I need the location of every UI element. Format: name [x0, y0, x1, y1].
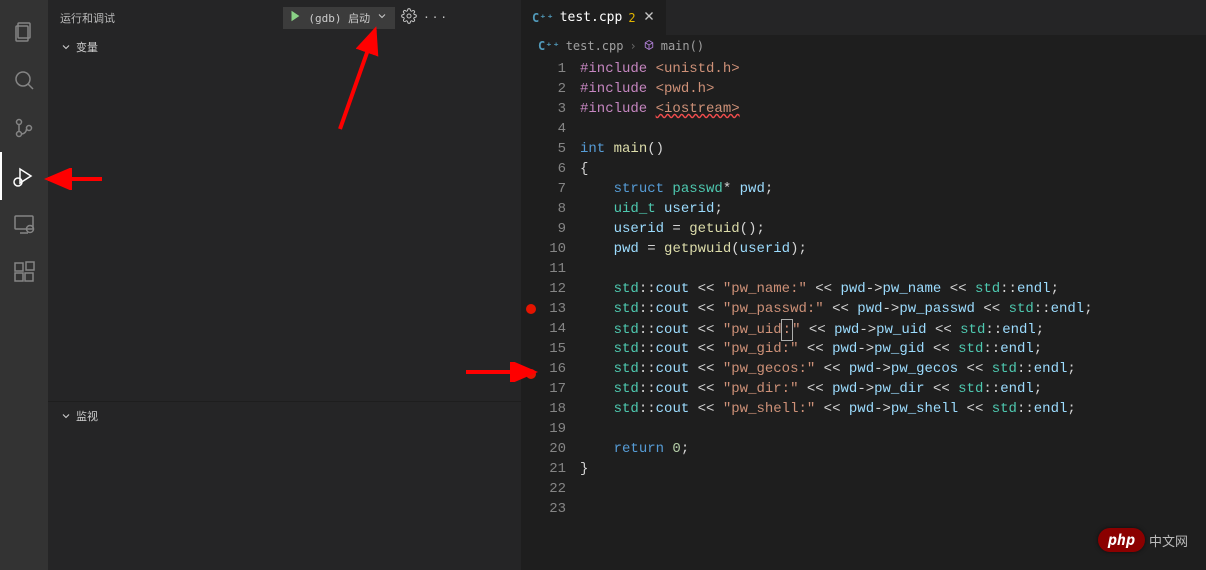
code-content[interactable]: #include <unistd.h>#include <pwd.h>#incl…: [580, 57, 1168, 570]
breadcrumb-file: test.cpp: [566, 39, 624, 53]
code-line[interactable]: pwd = getpwuid(userid);: [580, 239, 1168, 259]
variables-section[interactable]: 变量: [48, 35, 521, 61]
editor-tabs: C⁺⁺ test.cpp 2: [522, 0, 1206, 35]
line-number: 1: [540, 59, 566, 79]
line-number-gutter: 1234567891011121314151617181920212223: [540, 57, 580, 570]
line-number: 23: [540, 499, 566, 519]
launch-config-label: (gdb) 启动: [308, 10, 370, 26]
launch-config-selector[interactable]: (gdb) 启动: [283, 7, 395, 29]
code-line[interactable]: struct passwd* pwd;: [580, 179, 1168, 199]
line-number: 18: [540, 399, 566, 419]
code-line[interactable]: #include <unistd.h>: [580, 59, 1168, 79]
code-line[interactable]: userid = getuid();: [580, 219, 1168, 239]
code-line[interactable]: std::cout << "pw_gecos:" << pwd->pw_geco…: [580, 359, 1168, 379]
line-number: 9: [540, 219, 566, 239]
code-line[interactable]: [580, 419, 1168, 439]
breadcrumb[interactable]: C⁺⁺ test.cpp › main(): [522, 35, 1206, 57]
code-line[interactable]: uid_t userid;: [580, 199, 1168, 219]
code-line[interactable]: std::cout << "pw_shell:" << pwd->pw_shel…: [580, 399, 1168, 419]
close-icon[interactable]: [642, 9, 656, 27]
line-number: 2: [540, 79, 566, 99]
debug-sidebar: 运行和调试 (gdb) 启动 ··· 变量: [48, 0, 522, 570]
cpp-file-icon: C⁺⁺: [532, 11, 554, 25]
code-line[interactable]: std::cout << "pw_passwd:" << pwd->pw_pas…: [580, 299, 1168, 319]
code-line[interactable]: std::cout << "pw_gid:" << pwd->pw_gid <<…: [580, 339, 1168, 359]
code-line[interactable]: #include <iostream>: [580, 99, 1168, 119]
breakpoint-gutter[interactable]: [522, 57, 540, 570]
code-line[interactable]: [580, 499, 1168, 519]
chevron-down-icon: [60, 41, 72, 53]
minimap[interactable]: [1168, 57, 1206, 570]
variables-label: 变量: [76, 39, 98, 55]
watch-label: 监视: [76, 408, 98, 424]
watermark: php 中文网: [1098, 528, 1188, 552]
code-line[interactable]: }: [580, 459, 1168, 479]
breadcrumb-symbol: main(): [661, 39, 704, 53]
editor-area: C⁺⁺ test.cpp 2 C⁺⁺ test.cpp › main() 123…: [522, 0, 1206, 570]
cpp-file-icon: C⁺⁺: [538, 39, 560, 53]
more-icon[interactable]: ···: [423, 11, 449, 24]
source-control-icon[interactable]: [0, 104, 48, 152]
code-editor[interactable]: 1234567891011121314151617181920212223 #i…: [522, 57, 1206, 570]
remote-explorer-icon[interactable]: [0, 200, 48, 248]
line-number: 16: [540, 359, 566, 379]
line-number: 19: [540, 419, 566, 439]
debug-panel-title: 运行和调试: [60, 10, 115, 26]
line-number: 7: [540, 179, 566, 199]
code-line[interactable]: return 0;: [580, 439, 1168, 459]
breakpoint-icon[interactable]: [526, 369, 536, 379]
watch-section[interactable]: 监视: [48, 401, 521, 430]
line-number: 21: [540, 459, 566, 479]
run-debug-icon[interactable]: [0, 152, 48, 200]
tab-dirty-count: 2: [628, 11, 635, 25]
line-number: 6: [540, 159, 566, 179]
code-line[interactable]: [580, 119, 1168, 139]
line-number: 22: [540, 479, 566, 499]
code-line[interactable]: #include <pwd.h>: [580, 79, 1168, 99]
line-number: 20: [540, 439, 566, 459]
chevron-right-icon: ›: [629, 39, 636, 53]
start-debug-icon[interactable]: [288, 9, 302, 26]
code-line[interactable]: std::cout << "pw_dir:" << pwd->pw_dir <<…: [580, 379, 1168, 399]
cube-icon: [643, 39, 655, 54]
search-icon[interactable]: [0, 56, 48, 104]
line-number: 15: [540, 339, 566, 359]
code-line[interactable]: int main(): [580, 139, 1168, 159]
line-number: 3: [540, 99, 566, 119]
line-number: 12: [540, 279, 566, 299]
line-number: 8: [540, 199, 566, 219]
chevron-down-icon[interactable]: [376, 10, 388, 25]
line-number: 5: [540, 139, 566, 159]
tab-label: test.cpp: [560, 10, 623, 25]
debug-header: 运行和调试 (gdb) 启动 ···: [48, 0, 521, 35]
chevron-down-icon: [60, 410, 72, 422]
line-number: 14: [540, 319, 566, 339]
breakpoint-icon[interactable]: [526, 304, 536, 314]
activity-bar: [0, 0, 48, 570]
watermark-text: 中文网: [1149, 531, 1188, 550]
line-number: 11: [540, 259, 566, 279]
code-line[interactable]: std::cout << "pw_uid:" << pwd->pw_uid <<…: [580, 319, 1168, 339]
line-number: 10: [540, 239, 566, 259]
code-line[interactable]: std::cout << "pw_name:" << pwd->pw_name …: [580, 279, 1168, 299]
tab-test-cpp[interactable]: C⁺⁺ test.cpp 2: [522, 0, 667, 35]
code-line[interactable]: [580, 259, 1168, 279]
line-number: 17: [540, 379, 566, 399]
line-number: 13: [540, 299, 566, 319]
gear-icon[interactable]: [401, 8, 417, 27]
explorer-icon[interactable]: [0, 8, 48, 56]
watermark-pill: php: [1098, 528, 1145, 552]
extensions-icon[interactable]: [0, 248, 48, 296]
code-line[interactable]: {: [580, 159, 1168, 179]
line-number: 4: [540, 119, 566, 139]
code-line[interactable]: [580, 479, 1168, 499]
